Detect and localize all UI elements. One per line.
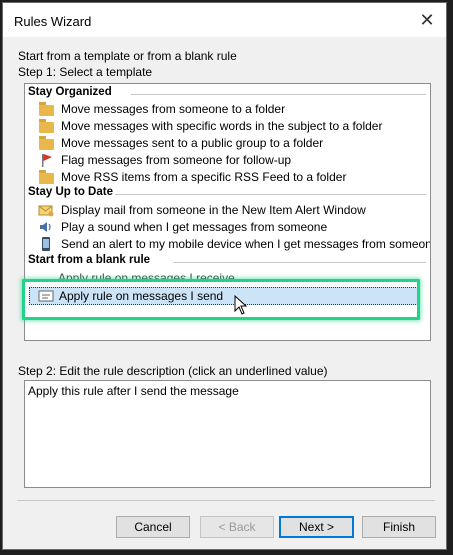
template-flag-follow-up[interactable]: Flag messages from someone for follow-up — [36, 152, 426, 169]
mouse-cursor-icon — [234, 294, 248, 320]
back-button[interactable]: < Back — [200, 516, 274, 538]
finish-button[interactable]: Finish — [362, 516, 436, 538]
group-divider — [131, 94, 426, 95]
template-play-sound[interactable]: Play a sound when I get messages from so… — [36, 219, 426, 236]
group-start-blank: Start from a blank rule — [28, 254, 151, 266]
group-stay-up-to-date: Stay Up to Date — [28, 186, 113, 198]
folder-icon — [38, 118, 54, 134]
folder-icon — [38, 101, 54, 117]
speaker-icon — [38, 219, 54, 235]
template-move-from-someone[interactable]: Move messages from someone to a folder — [36, 101, 426, 118]
group-divider — [173, 262, 426, 263]
template-move-specific-words[interactable]: Move messages with specific words in the… — [36, 118, 426, 135]
window-title: Rules Wizard — [14, 14, 92, 29]
group-divider — [115, 194, 426, 195]
rule-description-box[interactable]: Apply this rule after I send the message — [24, 380, 431, 488]
intro-label: Start from a template or from a blank ru… — [18, 49, 237, 63]
folder-icon — [38, 135, 54, 151]
template-mobile-alert[interactable]: Send an alert to my mobile device when I… — [36, 236, 430, 253]
mail-alert-icon — [38, 202, 54, 218]
folder-icon — [38, 169, 54, 185]
step2-label: Step 2: Edit the rule description (click… — [18, 364, 328, 378]
template-move-rss[interactable]: Move RSS items from a specific RSS Feed … — [36, 169, 426, 186]
rules-wizard-dialog: Rules Wizard ✕ Start from a template or … — [2, 2, 447, 550]
selection-highlight — [22, 279, 420, 320]
title-bar: Rules Wizard ✕ — [3, 3, 446, 37]
close-icon[interactable]: ✕ — [416, 9, 438, 31]
template-move-public-group[interactable]: Move messages sent to a public group to … — [36, 135, 426, 152]
group-stay-organized: Stay Organized — [28, 86, 112, 98]
step1-label: Step 1: Select a template — [18, 65, 153, 79]
mobile-phone-icon — [38, 236, 54, 252]
template-new-item-alert[interactable]: Display mail from someone in the New Ite… — [36, 202, 426, 219]
cancel-button[interactable]: Cancel — [116, 516, 190, 538]
next-button[interactable]: Next > — [279, 516, 354, 538]
button-divider — [17, 500, 435, 501]
rule-description-text: Apply this rule after I send the message — [28, 384, 239, 398]
template-apply-on-receive[interactable]: Apply rule on messages I receive — [58, 271, 258, 279]
flag-icon — [38, 152, 54, 168]
